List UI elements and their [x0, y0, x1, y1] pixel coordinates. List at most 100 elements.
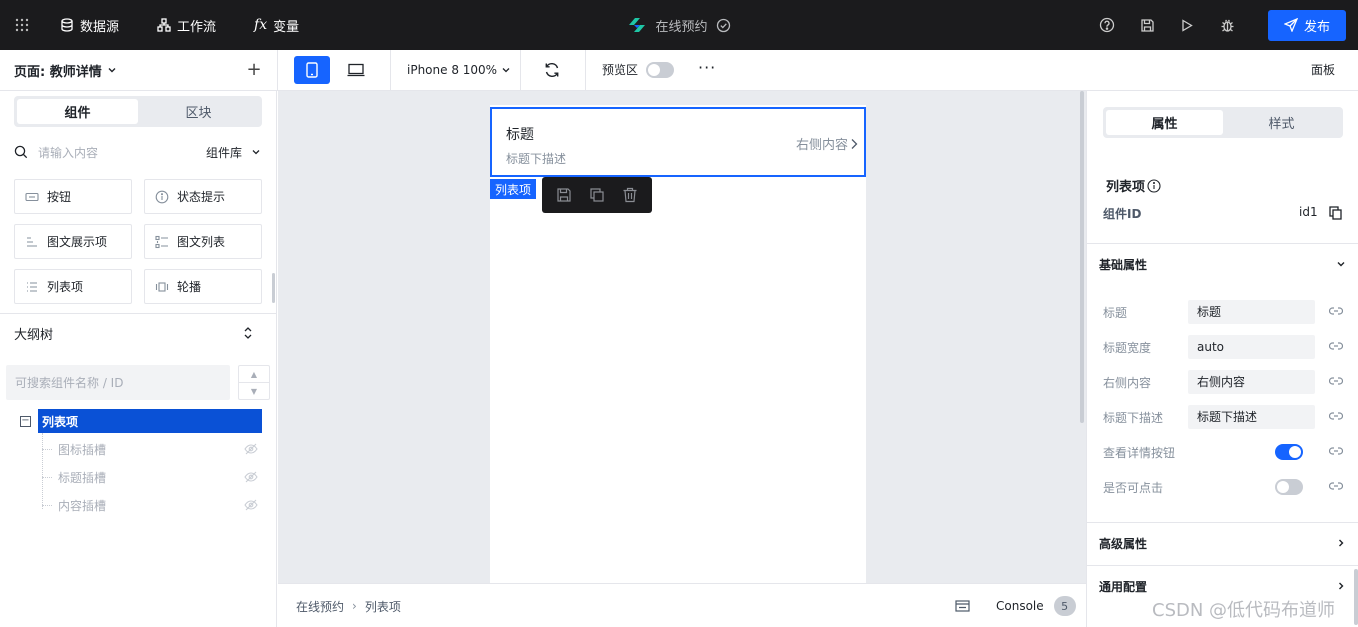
debug-bug-icon[interactable]: [1218, 16, 1236, 34]
hide-eye-icon[interactable]: [244, 471, 258, 483]
search-input[interactable]: 请输入内容: [38, 144, 206, 161]
send-icon: [1283, 18, 1298, 32]
canvas-scrollbar[interactable]: [1080, 91, 1084, 423]
link-icon[interactable]: [1329, 481, 1343, 491]
tree-node-title-slot[interactable]: 标题插槽: [42, 465, 262, 489]
component-button[interactable]: 按钮: [14, 179, 132, 214]
tab-components[interactable]: 组件: [17, 99, 138, 124]
list-item-title: 标题: [506, 127, 534, 143]
right-panel: 属性 样式 列表项 组件ID id1 基础属性 标题 标题 标题宽度 auto …: [1086, 91, 1358, 627]
component-carousel[interactable]: 轮播: [144, 269, 262, 304]
hide-eye-icon[interactable]: [244, 499, 258, 511]
preview-toggle[interactable]: [646, 62, 674, 78]
publish-label: 发布: [1303, 18, 1330, 34]
variable-menu[interactable]: fx 变量: [254, 16, 299, 35]
variable-label: 变量: [273, 19, 300, 35]
console-count-badge: 5: [1053, 596, 1076, 616]
link-icon[interactable]: [1329, 306, 1343, 316]
play-icon[interactable]: [1178, 16, 1196, 34]
hide-eye-icon[interactable]: [244, 443, 258, 455]
component-media-item[interactable]: 图文展示项: [14, 224, 132, 259]
page-label: 页面: 教师详情: [14, 64, 102, 80]
collapse-toggle-icon[interactable]: [242, 326, 254, 340]
floating-toolbar: [542, 177, 652, 213]
datasource-menu[interactable]: 数据源: [60, 16, 119, 35]
device-selector[interactable]: iPhone 8 100%: [407, 50, 511, 90]
step-up-icon[interactable]: ▲: [239, 366, 269, 383]
help-icon[interactable]: [1098, 16, 1116, 34]
list-item-right: 右侧内容: [796, 134, 858, 153]
save-as-block-icon[interactable]: [554, 185, 574, 205]
selection-tag: 列表项: [490, 179, 537, 199]
app-title[interactable]: 在线预约: [655, 16, 707, 35]
list-item-right-text: 右侧内容: [795, 138, 848, 153]
add-page-button[interactable]: +: [246, 61, 262, 79]
title-input[interactable]: 标题: [1188, 300, 1315, 324]
delete-icon[interactable]: [620, 185, 640, 205]
link-icon[interactable]: [1329, 376, 1343, 386]
component-search: 请输入内容 组件库: [14, 141, 262, 163]
mobile-view-button[interactable]: [294, 56, 330, 84]
divider: [520, 50, 521, 91]
tree-collapse-icon[interactable]: −: [20, 415, 31, 427]
library-selector[interactable]: 组件库: [206, 144, 262, 161]
tree-node-icon-slot[interactable]: 图标插槽: [42, 437, 262, 461]
preview-label: 预览区: [602, 63, 639, 77]
clickable-toggle[interactable]: [1275, 479, 1303, 495]
component-media-list[interactable]: 图文列表: [144, 224, 262, 259]
more-icon[interactable]: ···: [698, 60, 716, 80]
datasource-label: 数据源: [80, 19, 120, 35]
tree-node-list-item[interactable]: 列表项: [38, 409, 262, 433]
tree-search-input[interactable]: 可搜索组件名称 / ID: [6, 365, 230, 400]
tree-node-content-slot[interactable]: 内容插槽: [42, 493, 262, 517]
publish-button[interactable]: 发布: [1268, 9, 1346, 41]
component-status-tip[interactable]: 状态提示: [144, 179, 262, 214]
left-scrollbar[interactable]: [272, 273, 275, 303]
prop-right-content: 右侧内容 右侧内容: [1103, 370, 1343, 394]
link-icon[interactable]: [1329, 411, 1343, 421]
button-icon: [25, 192, 39, 201]
right-content-input[interactable]: 右侧内容: [1188, 370, 1315, 394]
tab-blocks[interactable]: 区块: [138, 99, 259, 124]
tree-stepper: ▲ ▼: [238, 365, 270, 400]
property-tabs: 属性 样式: [1103, 107, 1343, 138]
refresh-icon[interactable]: [543, 61, 561, 79]
console-label: Console: [996, 599, 1044, 613]
outline-title: 大纲树: [14, 328, 54, 343]
title-width-input[interactable]: auto: [1188, 335, 1315, 359]
link-icon[interactable]: [1329, 341, 1343, 351]
outline-tree-header: 大纲树: [0, 313, 276, 353]
search-icon: [14, 145, 28, 159]
selected-list-item[interactable]: 标题 标题下描述 右侧内容: [490, 107, 866, 177]
app-logo-icon: [629, 18, 646, 32]
link-icon[interactable]: [1329, 446, 1343, 456]
tab-properties[interactable]: 属性: [1106, 110, 1223, 135]
apps-grid-icon[interactable]: [0, 0, 44, 50]
info-icon[interactable]: [1147, 178, 1161, 193]
copy-icon[interactable]: [587, 185, 607, 205]
breadcrumb-component[interactable]: 列表项: [365, 598, 401, 615]
page-selector[interactable]: 页面: 教师详情: [14, 50, 118, 90]
status-bar: 在线预约 › 列表项 Console 5: [278, 583, 1086, 627]
description-input[interactable]: 标题下描述: [1188, 405, 1315, 429]
copy-icon[interactable]: [1329, 206, 1342, 220]
step-down-icon[interactable]: ▼: [239, 383, 269, 399]
advanced-properties-section[interactable]: 高级属性: [1087, 522, 1358, 564]
database-icon: [61, 18, 73, 32]
save-icon[interactable]: [1138, 16, 1156, 34]
phone-preview[interactable]: 标题 标题下描述 右侧内容 列表项: [490, 105, 866, 583]
right-scrollbar[interactable]: [1354, 569, 1358, 625]
device-label: iPhone 8 100%: [407, 63, 498, 77]
watermark: CSDN @低代码布道师: [1152, 600, 1336, 621]
basic-properties-section[interactable]: 基础属性: [1087, 243, 1358, 285]
detail-button-toggle[interactable]: [1275, 444, 1303, 460]
component-list-item[interactable]: 列表项: [14, 269, 132, 304]
prop-title-width: 标题宽度 auto: [1103, 335, 1343, 359]
panel-button[interactable]: 面板: [1311, 50, 1335, 90]
chevron-down-icon: [252, 150, 260, 155]
desktop-view-button[interactable]: [338, 56, 374, 84]
breadcrumb-app[interactable]: 在线预约: [296, 598, 344, 615]
workflow-menu[interactable]: 工作流: [157, 16, 216, 35]
console-button[interactable]: Console 5: [955, 584, 1076, 627]
tab-styles[interactable]: 样式: [1223, 110, 1340, 135]
